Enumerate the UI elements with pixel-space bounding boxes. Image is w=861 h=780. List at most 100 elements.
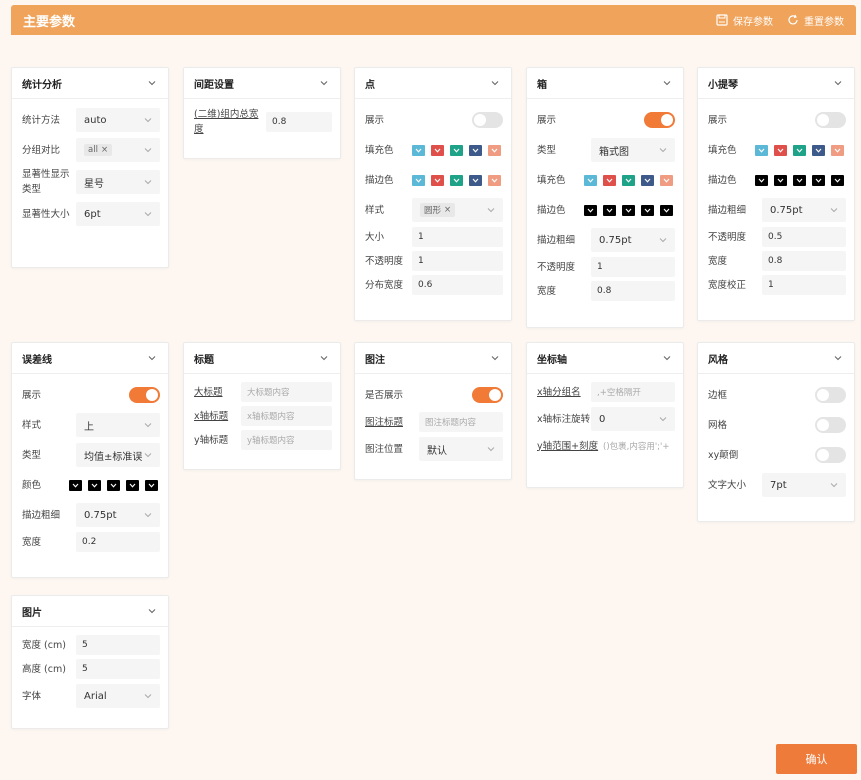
legend-pos-select[interactable]: 默认 [419, 437, 503, 461]
violin-stroke-swatch[interactable] [755, 174, 768, 186]
x-group-input[interactable]: ,+空格隔开 [591, 382, 675, 402]
x-rot-select[interactable]: 0 [591, 407, 675, 431]
xyflip-toggle[interactable] [815, 447, 846, 463]
violin-fill-swatch[interactable] [774, 144, 787, 156]
point-fill-swatch[interactable] [431, 144, 444, 156]
axis-card-header[interactable]: 坐标轴 [527, 343, 683, 374]
image-height-input[interactable]: 5 [76, 659, 160, 679]
box-card-header[interactable]: 箱 [527, 68, 683, 99]
save-params-button[interactable]: 保存参数 [716, 13, 773, 28]
image-card-header[interactable]: 图片 [12, 596, 168, 627]
stats-card: 统计分析 统计方法 auto 分组对比 all × 显著性显示类型 星号 显著性大小 6p… [11, 67, 169, 268]
image-width-input[interactable]: 5 [76, 635, 160, 655]
errorbar-color-swatch[interactable] [126, 479, 139, 491]
errorbar-card-header[interactable]: 误差线 [12, 343, 168, 374]
violin-fill-swatch[interactable] [755, 144, 768, 156]
errorbar-type-select[interactable]: 均值±标准误 [76, 443, 160, 467]
style-card: 风格 边框 网格 xy颠倒 文字大小 7pt [697, 342, 855, 522]
violin-adjust-label: 宽度校正 [708, 279, 747, 291]
errorbar-color-swatch[interactable] [107, 479, 120, 491]
box-stroke-swatch[interactable] [660, 204, 673, 216]
fontsize-select[interactable]: 7pt [762, 473, 846, 497]
errorbar-color-swatch[interactable] [88, 479, 101, 491]
box-fill-swatch[interactable] [584, 174, 597, 186]
box-opacity-input[interactable]: 1 [591, 257, 675, 277]
box-fill-swatch[interactable] [603, 174, 616, 186]
y-title-input[interactable]: y轴标题内容 [241, 430, 332, 450]
y-range-input[interactable]: ()包裹,内容用';'+ [601, 436, 675, 456]
errorbar-strokew-select[interactable]: 0.75pt [76, 503, 160, 527]
titles-card-header[interactable]: 标题 [184, 343, 340, 374]
border-toggle[interactable] [815, 387, 846, 403]
violin-width-input[interactable]: 0.8 [762, 251, 846, 271]
box-stroke-swatch[interactable] [622, 204, 635, 216]
font-select[interactable]: Arial [76, 684, 160, 708]
confirm-button[interactable]: 确认 [776, 744, 857, 774]
box-show-toggle[interactable] [644, 112, 675, 128]
violin-adjust-input[interactable]: 1 [762, 275, 846, 295]
spacing-card-header[interactable]: 间距设置 [184, 68, 340, 99]
point-stroke-swatch[interactable] [488, 174, 501, 186]
errorbar-color-swatch[interactable] [145, 479, 158, 491]
errorbar-color-swatch[interactable] [69, 479, 82, 491]
violin-show-toggle[interactable] [815, 112, 846, 128]
point-stroke-swatch[interactable] [412, 174, 425, 186]
point-fill-swatch[interactable] [450, 144, 463, 156]
legend-title-input[interactable]: 图注标题内容 [419, 412, 503, 432]
chevron-down-icon [606, 178, 613, 183]
close-icon[interactable]: × [101, 145, 108, 155]
box-stroke-swatch[interactable] [641, 204, 654, 216]
group-width-input[interactable]: 0.8 [266, 112, 332, 132]
grid-label: 网格 [708, 419, 728, 431]
reset-params-button[interactable]: 重置参数 [787, 13, 844, 28]
x-title-input[interactable]: x轴标题内容 [241, 406, 332, 426]
box-fill-swatch[interactable] [660, 174, 673, 186]
grid-toggle[interactable] [815, 417, 846, 433]
point-card-header[interactable]: 点 [355, 68, 511, 99]
point-stroke-swatch[interactable] [469, 174, 482, 186]
main-title-input[interactable]: 大标题内容 [241, 382, 332, 402]
point-size-input[interactable]: 1 [412, 227, 503, 247]
errorbar-style-select[interactable]: 上 [76, 413, 160, 437]
violin-strokew-select[interactable]: 0.75pt [762, 198, 846, 222]
box-strokew-select[interactable]: 0.75pt [591, 228, 675, 252]
stats-card-header[interactable]: 统计分析 [12, 68, 168, 99]
point-show-toggle[interactable] [472, 112, 503, 128]
violin-stroke-swatch[interactable] [831, 174, 844, 186]
titles-card-title: 标题 [194, 354, 214, 366]
method-select[interactable]: auto [76, 108, 160, 132]
violin-fill-swatch[interactable] [793, 144, 806, 156]
legend-card-header[interactable]: 图注 [355, 343, 511, 374]
box-fill-swatch[interactable] [622, 174, 635, 186]
box-fill-swatch[interactable] [641, 174, 654, 186]
legend-show-toggle[interactable] [472, 387, 503, 403]
box-stroke-swatch[interactable] [603, 204, 616, 216]
point-fill-swatch[interactable] [488, 144, 501, 156]
errorbar-show-toggle[interactable] [129, 387, 160, 403]
sigsize-select[interactable]: 6pt [76, 202, 160, 226]
chevron-down-icon [320, 356, 328, 361]
box-type-select[interactable]: 箱式图 [591, 138, 675, 162]
point-style-select[interactable]: 圆形 × [412, 198, 503, 222]
errorbar-width-input[interactable]: 0.2 [76, 532, 160, 552]
violin-fill-swatch[interactable] [831, 144, 844, 156]
point-spread-input[interactable]: 0.6 [412, 275, 503, 295]
violin-card-header[interactable]: 小提琴 [698, 68, 854, 99]
point-stroke-swatch[interactable] [431, 174, 444, 186]
style-card-header[interactable]: 风格 [698, 343, 854, 374]
violin-stroke-swatch[interactable] [793, 174, 806, 186]
point-fill-swatch[interactable] [412, 144, 425, 156]
violin-fill-swatch[interactable] [812, 144, 825, 156]
point-stroke-swatch[interactable] [450, 174, 463, 186]
chevron-down-icon [834, 178, 841, 183]
box-stroke-swatch[interactable] [584, 204, 597, 216]
box-width-input[interactable]: 0.8 [591, 281, 675, 301]
violin-opacity-input[interactable]: 0.5 [762, 227, 846, 247]
violin-stroke-swatch[interactable] [774, 174, 787, 186]
close-icon[interactable]: × [444, 205, 451, 215]
sigtype-select[interactable]: 星号 [76, 170, 160, 194]
point-opacity-input[interactable]: 1 [412, 251, 503, 271]
point-fill-swatch[interactable] [469, 144, 482, 156]
violin-stroke-swatch[interactable] [812, 174, 825, 186]
group-select[interactable]: all × [76, 138, 160, 162]
